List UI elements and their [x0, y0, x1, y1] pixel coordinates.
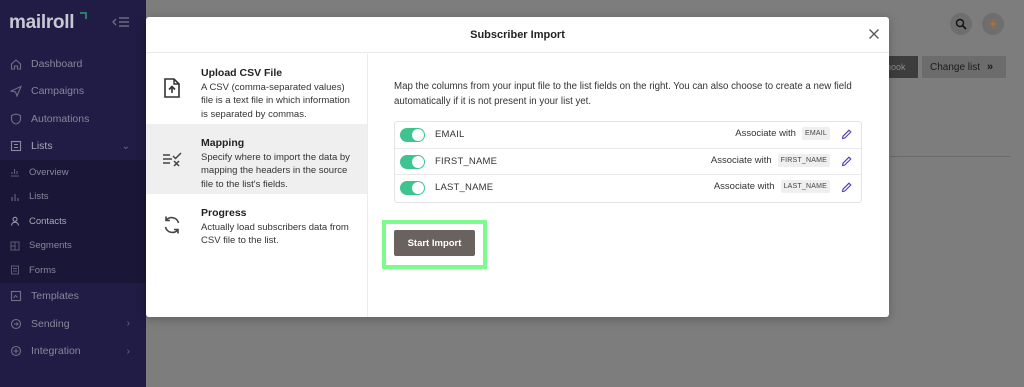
associate-with: Associate with LAST_NAME — [714, 180, 830, 193]
step-title: Progress — [201, 207, 247, 219]
sidebar-subitem-forms[interactable]: Forms — [0, 258, 146, 283]
step-progress[interactable]: Progress Actually load subscribers data … — [146, 194, 367, 264]
step-description: A CSV (comma-separated values) file is a… — [201, 82, 350, 120]
sidebar-item-sending[interactable]: Sending › — [0, 310, 146, 338]
pencil-icon[interactable] — [841, 182, 852, 193]
sidebar-item-label: Templates — [31, 290, 79, 303]
sidebar-subitem-lists[interactable]: Lists — [0, 184, 146, 209]
chart-icon — [9, 167, 20, 178]
step-upload-csv[interactable]: Upload CSV File A CSV (comma-separated v… — [146, 54, 367, 124]
modal-header: Subscriber Import — [146, 17, 889, 53]
field-row-last-name: LAST_NAME Associate with LAST_NAME — [395, 175, 861, 202]
start-import-button[interactable]: Start Import — [394, 230, 475, 256]
import-steps: Upload CSV File A CSV (comma-separated v… — [146, 54, 368, 317]
sidebar-item-campaigns[interactable]: Campaigns — [0, 78, 146, 106]
form-icon — [9, 265, 20, 276]
associate-label: Associate with — [713, 181, 775, 192]
change-list-button[interactable]: Change list » — [922, 56, 1006, 78]
field-toggle[interactable] — [400, 128, 425, 142]
step-mapping[interactable]: Mapping Specify where to import the data… — [146, 124, 367, 194]
step-description: Actually load subscribers data from CSV … — [201, 222, 349, 247]
field-toggle[interactable] — [400, 154, 425, 169]
sidebar-item-label: Automations — [31, 112, 90, 125]
mapping-intro-text: Map the columns from your input file to … — [394, 81, 852, 107]
chevron-right-icon: › — [126, 345, 130, 357]
sidebar-item-dashboard[interactable]: Dashboard — [0, 50, 146, 78]
pencil-icon[interactable] — [841, 155, 852, 167]
send-icon — [9, 85, 22, 98]
change-list-label: Change list — [930, 61, 981, 73]
user-icon — [9, 216, 20, 227]
sidebar-subitem-segments[interactable]: Segments — [0, 233, 146, 258]
home-icon — [9, 57, 22, 70]
plug-icon — [9, 345, 22, 358]
background-dark-button[interactable]: hook — [884, 56, 918, 78]
associated-field-tag: EMAIL — [801, 127, 830, 140]
search-button[interactable] — [950, 13, 972, 35]
step-title: Upload CSV File — [201, 67, 283, 79]
shield-icon — [9, 112, 22, 125]
field-name: EMAIL — [435, 129, 465, 140]
sidebar-item-label: Dashboard — [31, 57, 83, 70]
sidebar-item-label: Lists — [31, 140, 53, 153]
sidebar-subitem-label: Lists — [29, 191, 49, 203]
sidebar-item-automations[interactable]: Automations — [0, 105, 146, 133]
sidebar-subitem-overview[interactable]: Overview — [0, 160, 146, 185]
brand-mark-icon — [80, 12, 87, 19]
associate-label: Associate with — [710, 154, 772, 166]
double-chevron-right-icon: » — [987, 61, 994, 73]
associate-with: Associate with FIRST_NAME — [710, 153, 830, 167]
step-title: Mapping — [201, 137, 245, 149]
sidebar-subitem-label: Overview — [29, 166, 69, 178]
sending-icon — [9, 317, 22, 330]
mapping-content: Map the columns from your input file to … — [394, 80, 864, 203]
close-icon[interactable] — [868, 28, 880, 40]
subscriber-import-modal: Subscriber Import Upload CSV File A CSV … — [146, 17, 889, 317]
chevron-right-icon: › — [126, 318, 130, 329]
field-toggle[interactable] — [400, 181, 425, 195]
sidebar-item-label: Campaigns — [31, 85, 85, 98]
mapping-icon — [163, 152, 182, 167]
sidebar-subitem-label: Contacts — [29, 215, 67, 227]
theme-toggle-button[interactable] — [982, 13, 1004, 35]
refresh-icon — [164, 216, 180, 234]
upload-file-icon — [164, 78, 180, 98]
sidebar-item-integration[interactable]: Integration › — [0, 338, 146, 366]
sidebar-subitem-contacts[interactable]: Contacts — [0, 209, 146, 234]
bar-icon — [9, 191, 20, 202]
sidebar: mailroll Dashboard Campaigns Automations… — [0, 0, 146, 387]
field-row-email: EMAIL Associate with EMAIL — [395, 122, 861, 149]
field-name: FIRST_NAME — [435, 155, 498, 167]
field-row-first-name: FIRST_NAME Associate with FIRST_NAME — [395, 149, 861, 175]
sidebar-item-label: Integration — [31, 345, 81, 358]
sun-icon — [988, 19, 998, 29]
associate-with: Associate with EMAIL — [735, 127, 830, 140]
list-icon — [9, 140, 22, 153]
sidebar-item-label: Sending — [31, 317, 70, 330]
sidebar-subitem-label: Segments — [29, 240, 72, 252]
sidebar-item-lists[interactable]: Lists ⌄ — [0, 133, 146, 161]
modal-title: Subscriber Import — [470, 29, 565, 41]
segment-icon — [9, 240, 20, 251]
sidebar-nav: Dashboard Campaigns Automations Lists ⌄ … — [0, 50, 146, 365]
field-mapping-list: EMAIL Associate with EMAIL FIRST_NAME As… — [394, 121, 862, 203]
sidebar-subitem-label: Forms — [29, 264, 56, 276]
associated-field-tag: LAST_NAME — [780, 180, 830, 193]
sidebar-item-templates[interactable]: Templates — [0, 283, 146, 311]
sidebar-collapse-icon[interactable] — [112, 15, 130, 29]
field-name: LAST_NAME — [435, 182, 494, 193]
associate-label: Associate with — [735, 128, 796, 139]
step-description: Specify where to import the data by mapp… — [201, 152, 350, 190]
pencil-icon[interactable] — [841, 129, 852, 140]
template-icon — [9, 290, 22, 303]
brand-logo[interactable]: mailroll — [9, 12, 74, 34]
search-icon — [955, 18, 967, 30]
background-divider — [890, 156, 1010, 157]
associated-field-tag: FIRST_NAME — [777, 153, 830, 167]
chevron-down-icon: ⌄ — [121, 140, 130, 152]
